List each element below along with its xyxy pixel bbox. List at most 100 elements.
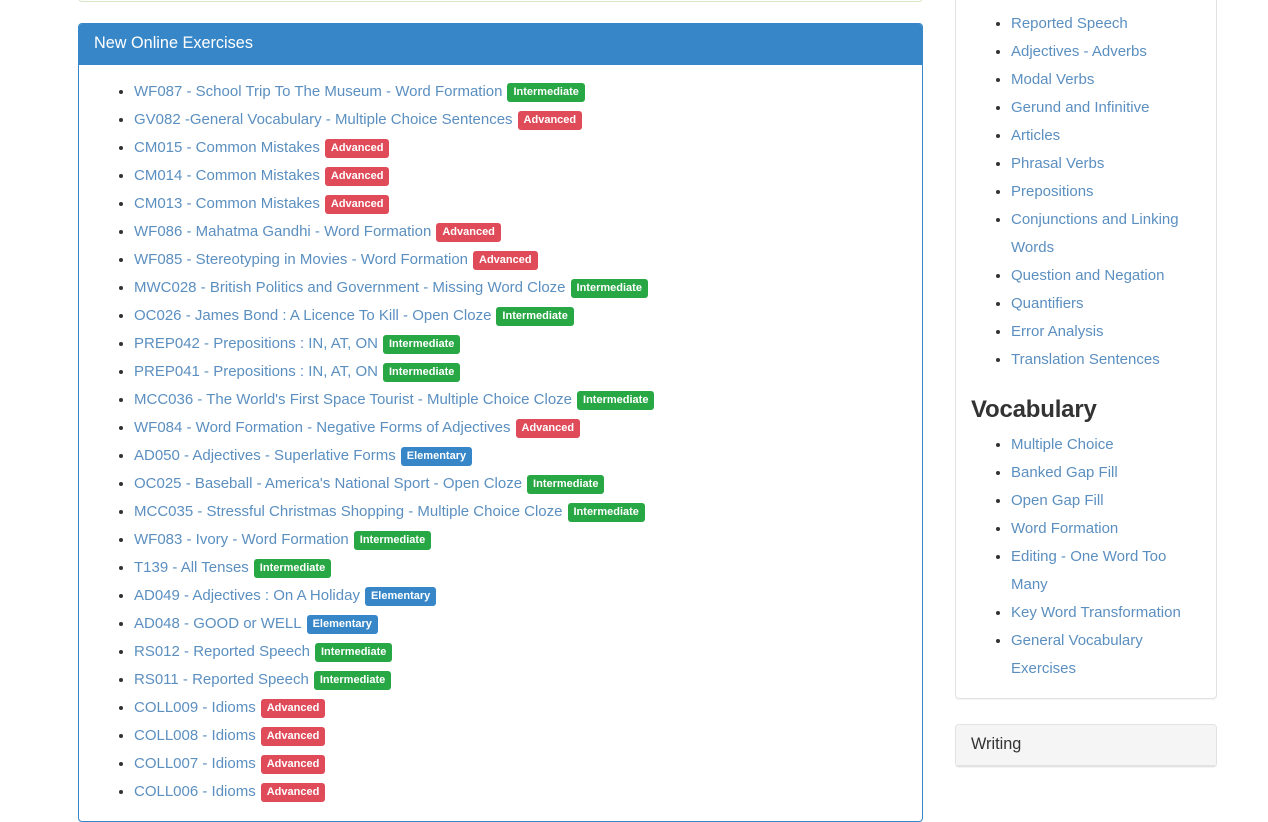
exercise-list-item: WF084 - Word Formation - Negative Forms … (134, 414, 907, 442)
writing-heading: Writing (971, 735, 1201, 755)
exercise-link[interactable]: MCC035 - Stressful Christmas Shopping - … (134, 503, 563, 520)
vocabulary-link[interactable]: Key Word Transformation (1011, 604, 1181, 621)
exercise-link[interactable]: PREP042 - Prepositions : IN, AT, ON (134, 335, 378, 352)
exercise-link[interactable]: T139 - All Tenses (134, 559, 249, 576)
exercise-link[interactable]: PREP041 - Prepositions : IN, AT, ON (134, 363, 378, 380)
panel-body: WF087 - School Trip To The Museum - Word… (79, 65, 922, 821)
exercise-list-item: WF087 - School Trip To The Museum - Word… (134, 78, 907, 106)
grammar-link[interactable]: If-Clauses (1011, 0, 1079, 4)
grammar-link[interactable]: Phrasal Verbs (1011, 155, 1104, 172)
grammar-link[interactable]: Quantifiers (1011, 295, 1084, 312)
exercise-link[interactable]: COLL007 - Idioms (134, 755, 256, 772)
exercise-list-item: OC025 - Baseball - America's National Sp… (134, 470, 907, 498)
vocabulary-list-item: Banked Gap Fill (1011, 459, 1201, 487)
level-badge: Advanced (261, 727, 326, 746)
exercise-link[interactable]: RS011 - Reported Speech (134, 671, 309, 688)
level-badge: Intermediate (315, 643, 392, 662)
grammar-link[interactable]: Error Analysis (1011, 323, 1104, 340)
level-badge: Advanced (325, 139, 390, 158)
exercise-link[interactable]: CM014 - Common Mistakes (134, 167, 320, 184)
exercise-list-item: COLL007 - Idioms Advanced (134, 750, 907, 778)
level-badge: Advanced (261, 755, 326, 774)
grammar-list-item: Phrasal Verbs (1011, 150, 1201, 178)
exercise-list-item: COLL009 - IdiomsAdvanced (134, 694, 907, 722)
level-badge: Intermediate (577, 391, 654, 410)
main-content-column: New Online Exercises WF087 - School Trip… (78, 23, 923, 822)
exercise-link[interactable]: CM015 - Common Mistakes (134, 139, 320, 156)
exercise-list-item: COLL006 - Idioms Advanced (134, 778, 907, 806)
exercise-list-item: MCC036 - The World's First Space Tourist… (134, 386, 907, 414)
right-sidebar: Grammar TensesPassive VoiceIf-ClausesRep… (955, 0, 1217, 792)
grammar-link[interactable]: Gerund and Infinitive (1011, 99, 1149, 116)
grammar-link[interactable]: Conjunctions and Linking Words (1011, 211, 1179, 256)
grammar-vocabulary-panel: Grammar TensesPassive VoiceIf-ClausesRep… (955, 0, 1217, 699)
vocabulary-link[interactable]: Editing - One Word Too Many (1011, 548, 1166, 593)
exercise-list-item: CM013 - Common Mistakes Advanced (134, 190, 907, 218)
exercise-link[interactable]: MWC028 - British Politics and Government… (134, 279, 566, 296)
exercise-link[interactable]: WF084 - Word Formation - Negative Forms … (134, 419, 511, 436)
grammar-link[interactable]: Articles (1011, 127, 1060, 144)
grammar-link[interactable]: Reported Speech (1011, 15, 1128, 32)
exercise-list-item: OC026 - James Bond : A Licence To Kill -… (134, 302, 907, 330)
exercise-list-item: MWC028 - British Politics and Government… (134, 274, 907, 302)
vocabulary-heading: Vocabulary (971, 396, 1201, 424)
exercise-list-item: CM015 - Common Mistakes Advanced (134, 134, 907, 162)
exercise-link[interactable]: WF083 - Ivory - Word Formation (134, 531, 349, 548)
level-badge: Intermediate (571, 279, 648, 298)
exercise-link[interactable]: AD050 - Adjectives - Superlative Forms (134, 447, 396, 464)
exercise-link[interactable]: CM013 - Common Mistakes (134, 195, 320, 212)
vocabulary-link[interactable]: Open Gap Fill (1011, 492, 1104, 509)
grammar-list-item: Translation Sentences (1011, 346, 1201, 374)
vocabulary-link[interactable]: Multiple Choice (1011, 436, 1114, 453)
exercise-link[interactable]: WF087 - School Trip To The Museum - Word… (134, 83, 502, 100)
exercise-link[interactable]: OC025 - Baseball - America's National Sp… (134, 475, 522, 492)
vocabulary-link[interactable]: Word Formation (1011, 520, 1118, 537)
vocabulary-list-item: Multiple Choice (1011, 431, 1201, 459)
exercise-list-item: GV082 -General Vocabulary - Multiple Cho… (134, 106, 907, 134)
exercise-link[interactable]: COLL009 - Idioms (134, 699, 256, 716)
exercise-link[interactable]: COLL008 - Idioms (134, 727, 256, 744)
grammar-list-item: Question and Negation (1011, 262, 1201, 290)
grammar-link[interactable]: Prepositions (1011, 183, 1094, 200)
exercise-link[interactable]: AD048 - GOOD or WELL (134, 615, 302, 632)
level-badge: Intermediate (507, 83, 584, 102)
exercise-link[interactable]: MCC036 - The World's First Space Tourist… (134, 391, 572, 408)
grammar-link[interactable]: Translation Sentences (1011, 351, 1160, 368)
level-badge: Intermediate (314, 671, 391, 690)
grammar-link[interactable]: Modal Verbs (1011, 71, 1094, 88)
grammar-list-item: Error Analysis (1011, 318, 1201, 346)
level-badge: Advanced (436, 223, 501, 242)
grammar-link[interactable]: Question and Negation (1011, 267, 1164, 284)
exercise-list-item: RS011 - Reported Speech Intermediate (134, 666, 907, 694)
level-badge: Advanced (325, 195, 390, 214)
exercise-list-item: COLL008 - Idioms Advanced (134, 722, 907, 750)
exercise-list-item: WF083 - Ivory - Word Formation Intermedia… (134, 526, 907, 554)
grammar-list-item: Reported Speech (1011, 10, 1201, 38)
exercise-link[interactable]: AD049 - Adjectives : On A Holiday (134, 587, 360, 604)
level-badge: Advanced (473, 251, 538, 270)
grammar-list-item: Quantifiers (1011, 290, 1201, 318)
level-badge: Advanced (325, 167, 390, 186)
new-online-exercises-panel: New Online Exercises WF087 - School Trip… (78, 23, 923, 822)
exercise-list-item: AD050 - Adjectives - Superlative Forms El… (134, 442, 907, 470)
writing-panel: Writing (955, 724, 1217, 767)
exercise-list: WF087 - School Trip To The Museum - Word… (94, 78, 907, 806)
grammar-list-item: Conjunctions and Linking Words (1011, 206, 1201, 262)
grammar-list-item: Gerund and Infinitive (1011, 94, 1201, 122)
vocabulary-list-item: Open Gap Fill (1011, 487, 1201, 515)
exercise-link[interactable]: RS012 - Reported Speech (134, 643, 310, 660)
vocabulary-link[interactable]: Banked Gap Fill (1011, 464, 1118, 481)
exercise-link[interactable]: COLL006 - Idioms (134, 783, 256, 800)
exercise-link[interactable]: OC026 - James Bond : A Licence To Kill -… (134, 307, 491, 324)
grammar-link[interactable]: Adjectives - Adverbs (1011, 43, 1147, 60)
level-badge: Advanced (261, 783, 326, 802)
level-badge: Intermediate (354, 531, 431, 550)
vocabulary-link[interactable]: General Vocabulary Exercises (1011, 632, 1143, 677)
exercise-link[interactable]: GV082 -General Vocabulary - Multiple Cho… (134, 111, 513, 128)
exercise-list-item: WF086 - Mahatma Gandhi - Word Formation A… (134, 218, 907, 246)
level-badge: Elementary (401, 447, 472, 466)
exercise-link[interactable]: WF085 - Stereotyping in Movies - Word Fo… (134, 251, 468, 268)
exercise-link[interactable]: WF086 - Mahatma Gandhi - Word Formation (134, 223, 431, 240)
panel-header: New Online Exercises (79, 24, 922, 65)
grammar-list-item: Articles (1011, 122, 1201, 150)
